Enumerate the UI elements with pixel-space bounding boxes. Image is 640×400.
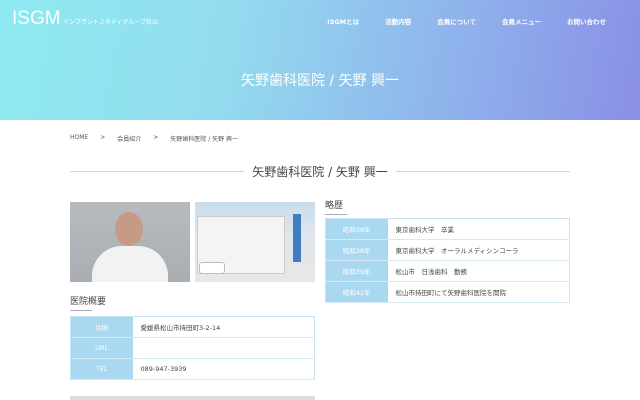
hero-title: 矢野歯科医院 / 矢野 興一 — [240, 73, 400, 89]
row-label: 昭和36年 — [325, 218, 388, 240]
nav-about[interactable]: ISGMとは — [327, 16, 359, 26]
row-label: TEL — [70, 358, 133, 380]
page-title: 矢野歯科医院 / 矢野 興一 — [252, 165, 388, 179]
nav-member-menu[interactable]: 会員メニュー — [502, 16, 541, 26]
divider — [70, 310, 92, 311]
table-row: TEL 089-947-3939 — [70, 358, 315, 380]
breadcrumb-separator: > — [100, 134, 106, 141]
table-row: 昭和38年 東京歯科大学 オーラルメディシンコーラ — [325, 239, 570, 261]
breadcrumb: HOME > 会員紹介 > 矢野歯科医院 / 矢野 興一 — [70, 134, 238, 143]
breadcrumb-home[interactable]: HOME — [70, 134, 88, 143]
row-value: 東京歯科大学 オーラルメディシンコーラ — [387, 239, 570, 261]
logo-subtitle: インプラントスタディグループ松山 — [63, 19, 159, 26]
divider — [325, 214, 347, 215]
row-value: 089-947-3939 — [132, 358, 315, 380]
table-row: 昭和36年 東京歯科大学 卒業 — [325, 218, 570, 240]
row-label: 昭和42年 — [325, 281, 388, 303]
row-label: URL — [70, 337, 133, 359]
breadcrumb-current: 矢野歯科医院 / 矢野 興一 — [170, 136, 239, 143]
row-value[interactable] — [132, 337, 315, 359]
nav-members[interactable]: 会員について — [437, 16, 476, 26]
table-row: URL — [70, 337, 315, 359]
table-row: 昭和39年 松山市 日浅歯科 勤務 — [325, 260, 570, 282]
page-title-row: 矢野歯科医院 / 矢野 興一 — [70, 163, 570, 180]
breadcrumb-separator: > — [153, 134, 159, 141]
row-label: 住所 — [70, 316, 133, 338]
history-section-title: 略歴 — [325, 201, 344, 211]
table-row: 住所 愛媛県松山市持田町3-2-14 — [70, 316, 315, 338]
table-row: 昭和42年 松山市持田町にて矢野歯科医院を開院 — [325, 281, 570, 303]
row-label: 昭和39年 — [325, 260, 388, 282]
nav-contact[interactable]: お問い合わせ — [567, 16, 606, 26]
row-value: 松山市持田町にて矢野歯科医院を開院 — [387, 281, 570, 303]
doctor-photo — [70, 202, 190, 282]
divider — [70, 171, 245, 172]
breadcrumb-members[interactable]: 会員紹介 — [117, 134, 141, 143]
row-value: 愛媛県松山市持田町3-2-14 — [132, 316, 315, 338]
row-value: 松山市 日浅歯科 勤務 — [387, 260, 570, 282]
row-label: 昭和38年 — [325, 239, 388, 261]
clinic-photo — [195, 202, 315, 282]
clinic-table: 住所 愛媛県松山市持田町3-2-14 URL TEL 089-947-3939 — [70, 316, 315, 380]
main-nav: ISGMとは 活動内容 会員について 会員メニュー お問い合わせ — [327, 16, 606, 26]
clinic-section-title: 医院概要 — [70, 297, 107, 307]
divider — [395, 171, 570, 172]
hero-banner: ISGM インプラントスタディグループ松山 ISGMとは 活動内容 会員について… — [0, 0, 640, 120]
map-embed[interactable] — [70, 396, 315, 400]
history-table: 昭和36年 東京歯科大学 卒業 昭和38年 東京歯科大学 オーラルメディシンコーラ … — [325, 218, 570, 303]
nav-activities[interactable]: 活動内容 — [385, 16, 411, 26]
logo[interactable]: ISGM — [12, 8, 61, 30]
row-value: 東京歯科大学 卒業 — [387, 218, 570, 240]
